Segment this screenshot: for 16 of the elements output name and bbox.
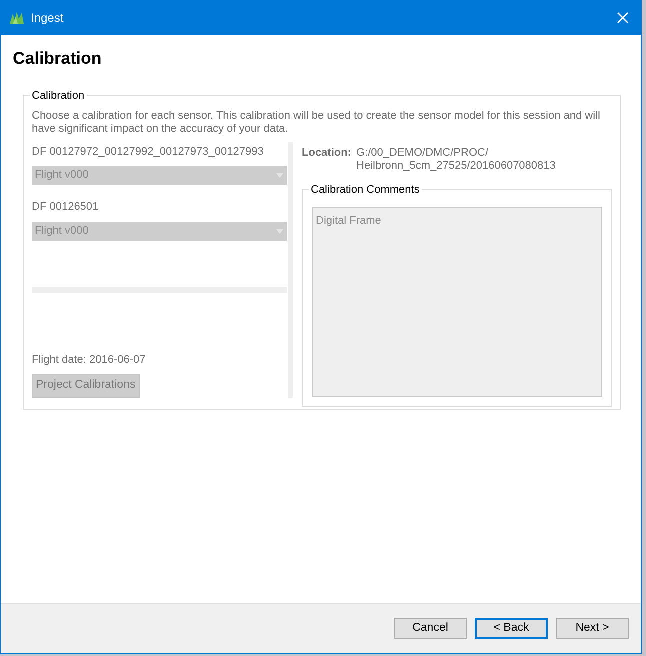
dropdown-caret-icon	[276, 228, 284, 234]
close-icon	[617, 12, 629, 24]
sensor-label: DF 00126501	[32, 200, 100, 215]
page-title: Calibration	[12, 48, 103, 70]
wizard-button[interactable]: Next >	[556, 618, 629, 639]
wizard-button[interactable]: Cancel	[394, 618, 467, 639]
location-path: G:/00_DEMO/DMC/PROC/ Heilbronn_5cm_27525/20160607080813	[356, 146, 556, 172]
sensor-label: DF 00127972_00127992_00127973_00127993	[32, 144, 265, 160]
description-text: Choose a calibration for each sensor. This calibration will be used to create the sensor model for this session and will have significant impact on the accuracy of your data.	[32, 110, 602, 136]
wizard-button[interactable]: < Back	[475, 618, 548, 639]
dropdown-caret-icon	[276, 173, 284, 178]
location-label: Location:	[302, 146, 352, 160]
window-title: Ingest	[31, 10, 64, 27]
flight-date-text: Flight date: 2016-06-07	[32, 352, 147, 368]
app-logo-icon	[9, 10, 25, 26]
splitter[interactable]	[288, 142, 293, 398]
